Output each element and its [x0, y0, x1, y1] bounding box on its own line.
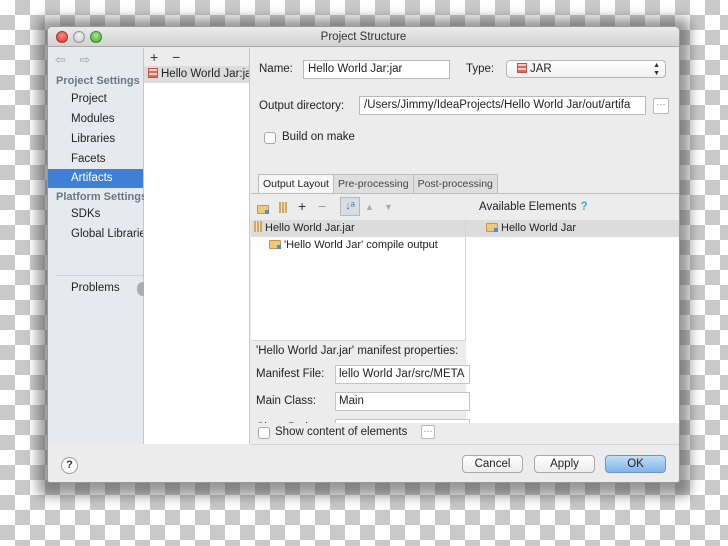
- type-select[interactable]: JAR ▲ ▼: [506, 60, 666, 78]
- output-layout-tree: Hello World Jar.jar 'Hello World Jar' co…: [251, 220, 466, 340]
- sidebar-item-modules[interactable]: Modules: [48, 110, 143, 129]
- available-elements-title: Available Elements: [479, 201, 577, 213]
- browse-output-directory-button[interactable]: ···: [653, 98, 669, 114]
- archive-icon: [279, 202, 287, 213]
- available-element-item[interactable]: Hello World Jar: [466, 220, 679, 237]
- remove-artifact-button[interactable]: −: [172, 49, 180, 65]
- project-structure-dialog: Project Structure ⇦ ⇨ Project Settings P…: [47, 26, 680, 483]
- type-label: Type:: [466, 63, 495, 75]
- tree-row[interactable]: Hello World Jar.jar: [251, 220, 465, 237]
- new-directory-button[interactable]: [257, 202, 272, 216]
- minimize-window-button[interactable]: [73, 31, 85, 43]
- title-bar: Project Structure: [48, 27, 679, 47]
- tab-output-layout[interactable]: Output Layout: [258, 174, 334, 193]
- folder-icon: [269, 240, 281, 249]
- sidebar-item-sdks[interactable]: SDKs: [48, 205, 143, 224]
- sidebar-item-facets[interactable]: Facets: [48, 150, 143, 169]
- type-select-value: JAR: [530, 63, 552, 75]
- manifest-header: 'Hello World Jar.jar' manifest propertie…: [256, 345, 459, 357]
- sort-elements-button[interactable]: ↓ᵃ: [340, 197, 360, 216]
- available-elements-header: Available Elements?: [466, 194, 679, 220]
- cancel-button[interactable]: Cancel: [462, 455, 523, 473]
- manifest-file-input[interactable]: lello World Jar/src/META: [335, 365, 470, 384]
- name-input[interactable]: Hello World Jar:jar: [303, 60, 450, 79]
- tab-bar: Output Layout Pre-processing Post-proces…: [258, 174, 498, 193]
- build-on-make-label: Build on make: [282, 131, 355, 143]
- jar-icon: [517, 63, 527, 73]
- zoom-window-button[interactable]: [90, 31, 102, 43]
- tree-row-label: Hello World Jar.jar: [265, 222, 355, 234]
- build-on-make-checkbox[interactable]: [264, 132, 276, 144]
- project-settings-header: Project Settings: [56, 75, 140, 87]
- sidebar-item-libraries[interactable]: Libraries: [48, 130, 143, 149]
- help-icon[interactable]: ?: [581, 201, 588, 213]
- platform-settings-header: Platform Settings: [56, 191, 148, 203]
- tree-row-label: 'Hello World Jar' compile output: [284, 239, 438, 251]
- back-arrow-icon[interactable]: ⇦: [55, 52, 66, 67]
- show-content-label: Show content of elements: [275, 426, 408, 438]
- sidebar-item-artifacts[interactable]: Artifacts: [48, 169, 143, 188]
- move-down-button[interactable]: ▼: [384, 202, 393, 212]
- remove-element-button[interactable]: −: [318, 198, 326, 214]
- folder-icon: [486, 223, 498, 232]
- ok-button[interactable]: OK: [605, 455, 666, 473]
- footer-divider: [251, 444, 679, 445]
- name-label: Name:: [259, 63, 293, 75]
- sidebar-divider: [56, 275, 143, 276]
- artifact-list-panel: + − Hello World Jar:jar: [144, 48, 250, 444]
- show-content-row: Show content of elements ···: [251, 423, 679, 444]
- output-directory-input[interactable]: /Users/Jimmy/IdeaProjects/Hello World Ja…: [359, 96, 646, 115]
- tab-post-processing[interactable]: Post-processing: [412, 174, 498, 193]
- folder-icon: [257, 205, 269, 214]
- output-layout-panel: + − ↓ᵃ ▲ ▼ Hello World Jar.jar 'Hello Wo…: [251, 194, 679, 444]
- main-class-label: Main Class:: [256, 395, 317, 407]
- window-title: Project Structure: [320, 31, 407, 43]
- tab-pre-processing[interactable]: Pre-processing: [332, 174, 414, 193]
- main-class-input[interactable]: Main: [335, 392, 470, 411]
- forward-arrow-icon[interactable]: ⇨: [80, 52, 91, 67]
- move-up-button[interactable]: ▲: [365, 202, 374, 212]
- show-content-options-button[interactable]: ···: [421, 425, 435, 439]
- sidebar-item-project[interactable]: Project: [48, 90, 143, 109]
- show-content-checkbox[interactable]: [258, 427, 270, 439]
- jar-icon: [148, 68, 158, 78]
- tree-row[interactable]: 'Hello World Jar' compile output: [251, 237, 465, 254]
- help-button[interactable]: ?: [61, 457, 78, 474]
- sidebar-item-global-libraries[interactable]: Global Libraries: [48, 225, 143, 244]
- artifact-item-label: Hello World Jar:jar: [161, 68, 249, 80]
- add-artifact-button[interactable]: +: [150, 49, 158, 65]
- layout-toolbar: + − ↓ᵃ ▲ ▼: [251, 194, 466, 220]
- select-arrows-icon: ▲ ▼: [653, 62, 660, 77]
- artifact-list-item[interactable]: Hello World Jar:jar: [144, 66, 249, 83]
- artifact-settings-panel: Name: Hello World Jar:jar Type: JAR ▲ ▼ O…: [251, 48, 679, 444]
- sidebar: ⇦ ⇨ Project Settings Project Modules Lib…: [48, 48, 149, 444]
- new-archive-button[interactable]: [279, 201, 290, 215]
- archive-icon: [254, 221, 262, 232]
- sidebar-item-problems[interactable]: Problems: [48, 279, 143, 298]
- add-element-button[interactable]: +: [298, 198, 306, 214]
- apply-button[interactable]: Apply: [534, 455, 595, 473]
- available-elements-list: Hello World Jar: [466, 220, 679, 444]
- output-directory-label: Output directory:: [259, 100, 345, 112]
- manifest-file-label: Manifest File:: [256, 368, 325, 380]
- close-window-button[interactable]: [56, 31, 68, 43]
- available-element-label: Hello World Jar: [501, 222, 576, 234]
